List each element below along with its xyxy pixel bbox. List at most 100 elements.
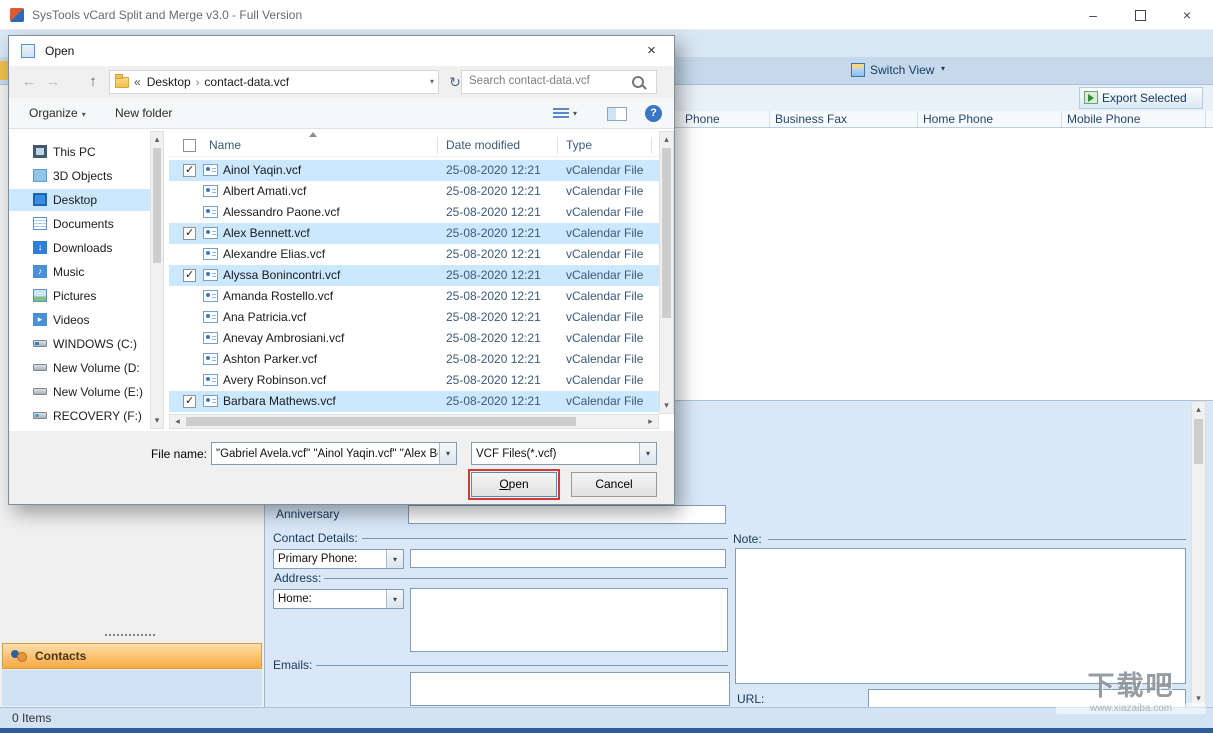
forward-button[interactable]: → xyxy=(41,70,65,94)
column-divider[interactable] xyxy=(651,137,652,154)
open-dialog: Open × ← → ↑ « Desktop › contact-data.vcf ▾… xyxy=(8,35,675,505)
scroll-right-icon[interactable]: ▸ xyxy=(643,415,658,428)
column-divider[interactable] xyxy=(557,137,558,154)
export-selected-button[interactable]: Export Selected xyxy=(1079,87,1203,109)
file-column-type[interactable]: Type xyxy=(566,138,592,152)
drive-icon xyxy=(33,388,47,395)
sidebar-item-desktop[interactable]: Desktop xyxy=(9,189,150,211)
file-row[interactable]: Ana Patricia.vcf 25-08-2020 12:21 vCalen… xyxy=(169,307,659,328)
breadcrumb-item-desktop[interactable]: Desktop xyxy=(147,75,191,89)
file-row[interactable]: Anevay Ambrosiani.vcf 25-08-2020 12:21 v… xyxy=(169,328,659,349)
anniversary-input[interactable] xyxy=(408,505,726,524)
column-header-home-phone[interactable]: Home Phone xyxy=(918,111,1062,127)
breadcrumb-dropdown-icon[interactable]: ▾ xyxy=(430,71,434,93)
select-all-checkbox[interactable] xyxy=(183,139,196,152)
breadcrumb-item-current-folder[interactable]: contact-data.vcf xyxy=(204,75,289,89)
search-input[interactable]: Search contact-data.vcf xyxy=(461,70,657,94)
vcard-file-icon xyxy=(203,227,218,239)
file-list-vertical-scrollbar[interactable]: ▴ ▾ xyxy=(659,131,674,414)
phone-input[interactable] xyxy=(410,549,726,568)
primary-phone-select[interactable]: Primary Phone: ▾ xyxy=(273,549,404,569)
minimize-button[interactable]: – xyxy=(1076,0,1110,30)
up-button[interactable]: ↑ xyxy=(81,70,105,94)
file-type-select[interactable]: VCF Files(*.vcf) ▾ xyxy=(471,442,657,465)
organize-label: Organize xyxy=(29,106,78,120)
new-folder-button[interactable]: New folder xyxy=(115,98,172,128)
emails-input[interactable] xyxy=(410,672,730,706)
dialog-close-button[interactable]: × xyxy=(629,36,674,66)
file-checkbox[interactable] xyxy=(183,394,196,408)
sidebar-item-videos[interactable]: Videos xyxy=(9,309,150,331)
breadcrumb[interactable]: « Desktop › contact-data.vcf ▾ xyxy=(109,70,439,94)
sidebar-scrollbar[interactable]: ▴ ▾ xyxy=(150,131,164,429)
file-row[interactable]: Alyssa Bonincontri.vcf 25-08-2020 12:21 … xyxy=(169,265,659,286)
splitter-handle[interactable] xyxy=(105,634,155,636)
help-icon[interactable]: ? xyxy=(645,105,662,122)
organize-button[interactable]: Organize ▾ xyxy=(29,98,86,128)
column-divider[interactable] xyxy=(437,137,438,154)
sidebar-item-recovery-f[interactable]: RECOVERY (F:) xyxy=(9,405,150,427)
chevron-down-icon[interactable]: ▾ xyxy=(639,443,656,464)
file-checkbox[interactable] xyxy=(183,226,196,240)
address-textarea[interactable] xyxy=(410,588,728,652)
chevron-down-icon[interactable]: ▾ xyxy=(439,443,456,464)
sidebar-item-windows-c[interactable]: WINDOWS (C:) xyxy=(9,333,150,355)
file-row[interactable]: Ainol Yaqin.vcf 25-08-2020 12:21 vCalend… xyxy=(169,160,659,181)
file-row[interactable]: Ashton Parker.vcf 25-08-2020 12:21 vCale… xyxy=(169,349,659,370)
sidebar-item-downloads[interactable]: Downloads xyxy=(9,237,150,259)
open-button[interactable]: Open xyxy=(468,469,560,500)
file-row[interactable]: Alexandre Elias.vcf 25-08-2020 12:21 vCa… xyxy=(169,244,659,265)
back-button[interactable]: ← xyxy=(17,70,41,94)
column-header-mobile-phone[interactable]: Mobile Phone xyxy=(1062,111,1206,127)
file-checkbox[interactable] xyxy=(183,163,196,177)
sidebar-item-new-volume-d[interactable]: New Volume (D: xyxy=(9,357,150,379)
view-options-dropdown-icon[interactable]: ▾ xyxy=(573,109,577,118)
vcard-file-icon xyxy=(203,185,218,197)
address-type-select[interactable]: Home: ▾ xyxy=(273,589,404,609)
scroll-up-icon[interactable]: ▴ xyxy=(151,132,163,147)
main-vertical-scrollbar[interactable]: ▴ ▾ xyxy=(1191,401,1206,707)
contacts-panel-button[interactable]: Contacts xyxy=(2,643,262,669)
status-items-count: 0 Items xyxy=(12,711,52,725)
scroll-up-icon[interactable]: ▴ xyxy=(1192,402,1205,417)
file-row[interactable]: Alex Bennett.vcf 25-08-2020 12:21 vCalen… xyxy=(169,223,659,244)
sidebar-item-this-pc[interactable]: This PC xyxy=(9,141,150,163)
file-name-input[interactable]: "Gabriel Avela.vcf" "Ainol Yaqin.vcf" "A… xyxy=(211,442,457,465)
breadcrumb-overflow-icon[interactable]: « xyxy=(134,75,141,89)
downloads-icon xyxy=(33,241,47,254)
sidebar-item-music[interactable]: Music xyxy=(9,261,150,283)
close-button[interactable]: × xyxy=(1170,0,1204,30)
details-view-icon[interactable] xyxy=(553,108,569,120)
maximize-button[interactable] xyxy=(1123,0,1157,30)
file-row[interactable]: Barbara Mathews.vcf 25-08-2020 12:21 vCa… xyxy=(169,391,659,412)
scroll-down-icon[interactable]: ▾ xyxy=(151,413,163,428)
file-column-date-modified[interactable]: Date modified xyxy=(446,138,520,152)
scrollbar-thumb[interactable] xyxy=(1194,419,1203,464)
sidebar-item-documents[interactable]: Documents xyxy=(9,213,150,235)
file-column-name[interactable]: Name xyxy=(209,138,241,152)
file-row[interactable]: Alessandro Paone.vcf 25-08-2020 12:21 vC… xyxy=(169,202,659,223)
file-row[interactable]: Albert Amati.vcf 25-08-2020 12:21 vCalen… xyxy=(169,181,659,202)
search-icon[interactable] xyxy=(632,76,644,88)
switch-view-button[interactable]: Switch View ▾ xyxy=(851,61,955,81)
sidebar-item-pictures[interactable]: Pictures xyxy=(9,285,150,307)
sidebar-item-3d-objects[interactable]: 3D Objects xyxy=(9,165,150,187)
cancel-button[interactable]: Cancel xyxy=(571,472,657,497)
scroll-up-icon[interactable]: ▴ xyxy=(660,132,673,147)
column-header-business-fax[interactable]: Business Fax xyxy=(770,111,918,127)
scroll-left-icon[interactable]: ◂ xyxy=(170,415,185,428)
scrollbar-thumb[interactable] xyxy=(153,148,161,263)
column-header-phone[interactable]: Phone xyxy=(680,111,770,127)
file-row[interactable]: Amanda Rostello.vcf 25-08-2020 12:21 vCa… xyxy=(169,286,659,307)
preview-pane-icon[interactable] xyxy=(607,107,627,121)
file-checkbox[interactable] xyxy=(183,268,196,282)
scrollbar-thumb[interactable] xyxy=(662,148,671,318)
file-name: Alex Bennett.vcf xyxy=(223,226,310,240)
file-date-modified: 25-08-2020 12:21 xyxy=(446,247,541,261)
scrollbar-thumb[interactable] xyxy=(186,417,576,426)
sidebar-item-new-volume-e[interactable]: New Volume (E:) xyxy=(9,381,150,403)
url-label: URL: xyxy=(737,692,765,706)
scroll-down-icon[interactable]: ▾ xyxy=(660,398,673,413)
file-list-horizontal-scrollbar[interactable]: ◂ ▸ xyxy=(169,414,659,429)
file-row[interactable]: Avery Robinson.vcf 25-08-2020 12:21 vCal… xyxy=(169,370,659,391)
